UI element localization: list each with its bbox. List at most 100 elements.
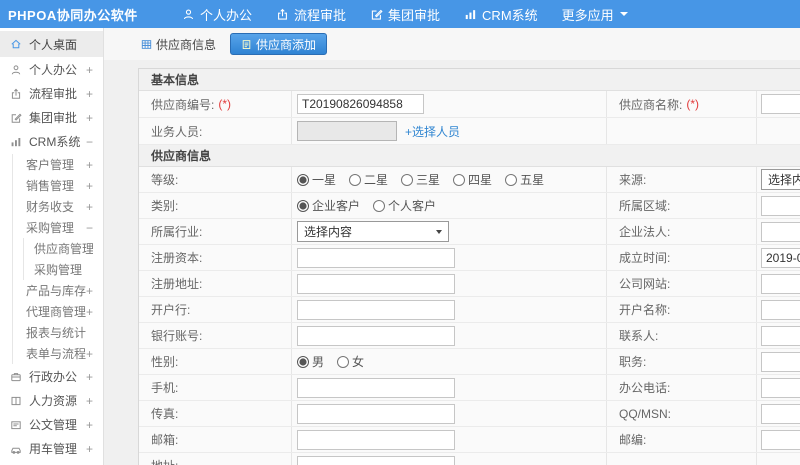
expand-plus-icon[interactable]: + [86,394,93,408]
sidebar-item-product-inventory[interactable]: 产品与库存 + [13,280,103,301]
tab-supplier-list[interactable]: 供应商信息 [133,33,224,55]
mobile-label-cell: 手机: [139,375,292,400]
category-radio-1[interactable] [373,199,386,212]
gender-radio-0[interactable] [297,355,309,368]
nav-item-workflow-approval[interactable]: 流程审批 [264,0,358,28]
form-row: 邮箱: 邮编: [139,427,800,453]
sidebar-item-form-flow-settings[interactable]: 表单与流程设置+ [13,343,103,364]
expand-plus-icon[interactable]: + [86,370,93,384]
sidebar-item-supplier-mgmt[interactable]: 供应商管理 [24,238,103,259]
source-select[interactable]: 选择内容 [761,169,800,190]
email-input[interactable] [297,429,455,450]
website-input[interactable] [761,273,800,294]
radio-option-label: 四星 [468,173,493,187]
level-option-1[interactable]: 二星 [349,171,388,188]
gender-radio-1[interactable] [337,355,350,368]
level-radio-4[interactable] [505,173,518,186]
chevron-down-icon [619,12,628,16]
sidebar-item-purchase-mgmt-sub[interactable]: 采购管理 [24,259,103,280]
level-option-3[interactable]: 四星 [453,171,492,188]
sidebar-item-agent-mgmt[interactable]: 代理商管理 + [13,301,103,322]
address-input[interactable] [297,455,455,465]
gender-option-0[interactable]: 男 [297,353,324,370]
business-person-link[interactable]: +选择人员 [405,123,460,140]
sidebar-item-vehicle-mgmt[interactable]: 用车管理 + [0,437,103,460]
collapse-minus-icon[interactable]: − [86,221,93,235]
nav-item-group-approval[interactable]: 集团审批 [358,0,452,28]
category-radio-0[interactable] [297,199,309,212]
level-option-2[interactable]: 三星 [401,171,440,188]
supplier-name-input[interactable] [761,94,800,114]
sidebar-item-group-approval[interactable]: 集团审批 + [0,106,103,129]
established-date-input[interactable] [761,247,800,268]
account-name-input[interactable] [761,299,800,320]
category-option-1[interactable]: 个人客户 [373,197,436,214]
purchase-mgmt-submenu: 供应商管理 采购管理 [23,238,103,280]
collapse-minus-icon[interactable]: − [86,135,93,149]
expand-plus-icon[interactable]: + [86,158,93,172]
registered-address-input[interactable] [297,273,455,294]
level-radio-1[interactable] [349,173,362,186]
menu-toggle[interactable] [136,8,170,20]
level-radio-3[interactable] [453,173,466,186]
sidebar-item-customer-mgmt[interactable]: 客户管理 + [13,154,103,175]
supplier-code-input[interactable] [297,94,424,114]
expand-plus-icon[interactable]: + [86,179,93,193]
hamburger-icon [146,8,160,20]
radio-option-label: 男 [312,355,325,369]
level-option-0[interactable]: 一星 [297,171,336,188]
sidebar-item-crm-system[interactable]: CRM系统 − [0,130,103,153]
nav-item-more-apps[interactable]: 更多应用 [550,0,640,28]
level-radio-2[interactable] [401,173,414,186]
sidebar-item-label: 流程审批 [29,87,78,101]
mobile-input[interactable] [297,377,455,398]
position-input[interactable] [761,351,800,372]
office-phone-input[interactable] [761,377,800,398]
expand-plus-icon[interactable]: + [86,305,93,319]
fax-label-cell: 传真: [139,401,292,426]
tab-supplier-add[interactable]: 供应商添加 [230,33,328,55]
email-field-cell [292,427,607,452]
sidebar-item-personal-office[interactable]: 个人办公 + [0,58,103,81]
sidebar-item-purchase-mgmt[interactable]: 采购管理 − [13,217,103,238]
bank-account-input[interactable] [297,325,455,346]
region-input[interactable] [761,195,800,216]
gender-option-1[interactable]: 女 [337,353,364,370]
registered-capital-input[interactable] [297,247,455,268]
app-logo: PHPOA协同办公软件 [8,7,138,23]
sidebar-item-document-mgmt[interactable]: 公文管理 + [0,413,103,436]
level-option-4[interactable]: 五星 [505,171,544,188]
industry-select[interactable]: 选择内容 [297,221,449,242]
business-person-label: 业务人员: [151,124,203,139]
category-option-0[interactable]: 企业客户 [297,197,360,214]
expand-plus-icon[interactable]: + [86,347,93,361]
sidebar-item-personal-desktop[interactable]: 个人桌面 [0,31,103,57]
sidebar-item-hr[interactable]: 人力资源 + [0,389,103,412]
legal-person-input[interactable] [761,221,800,242]
sidebar-item-admin-office[interactable]: 行政办公 + [0,365,103,388]
zipcode-input[interactable] [761,429,800,450]
bank-input[interactable] [297,299,455,320]
email-label-cell: 邮箱: [139,427,292,452]
sidebar-item-archive-mgmt[interactable]: 档案管理+ [0,461,103,465]
nav-item-personal-office[interactable]: 个人办公 [170,0,264,28]
nav-item-crm-system[interactable]: CRM系统 [452,0,550,28]
sidebar-item-label: 产品与库存 [26,284,86,298]
contact-input[interactable] [761,325,800,346]
fax-input[interactable] [297,403,455,424]
expand-plus-icon[interactable]: + [86,418,93,432]
expand-plus-icon[interactable]: + [86,111,93,125]
level-radio-0[interactable] [297,173,309,186]
sidebar-item-finance[interactable]: 财务收支 + [13,196,103,217]
sidebar-item-report-stats[interactable]: 报表与统计 [13,322,103,343]
expand-plus-icon[interactable]: + [86,284,93,298]
sidebar-item-sales-mgmt[interactable]: 销售管理 + [13,175,103,196]
expand-plus-icon[interactable]: + [86,200,93,214]
qq-msn-input[interactable] [761,403,800,424]
app-window: PHPOA协同办公软件 个人办公 流程审批 集团审批 CRM系统 更多应用 个人桌面 个人… [0,0,800,465]
expand-plus-icon[interactable]: + [86,63,93,77]
expand-plus-icon[interactable]: + [86,87,93,101]
sidebar-item-workflow-approval[interactable]: 流程审批 + [0,82,103,105]
expand-plus-icon[interactable]: + [86,442,93,456]
chevron-down-icon [436,229,442,234]
